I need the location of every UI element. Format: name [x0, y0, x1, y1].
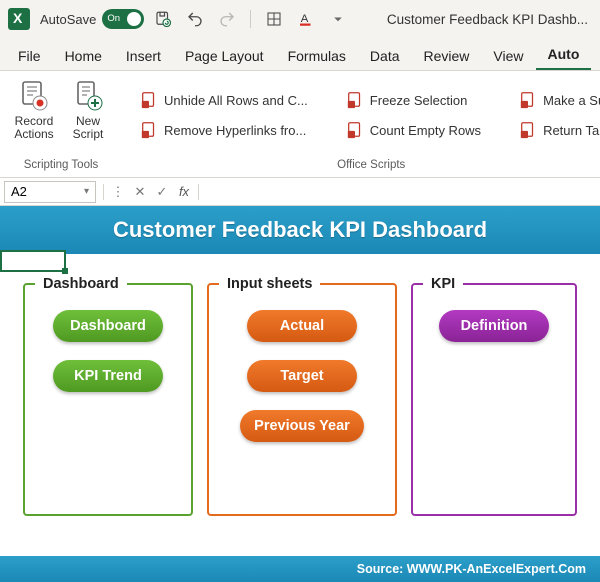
record-actions-button[interactable]: Record Actions [8, 75, 60, 157]
tab-formulas[interactable]: Formulas [276, 42, 358, 70]
tab-view[interactable]: View [481, 42, 535, 70]
formula-accept-icon[interactable]: ✓ [151, 181, 173, 203]
new-script-button[interactable]: New Script [62, 75, 114, 157]
font-color-icon[interactable]: A [293, 6, 319, 32]
tab-home[interactable]: Home [53, 42, 114, 70]
tab-insert[interactable]: Insert [114, 42, 173, 70]
ribbon-tabs: File Home Insert Page Layout Formulas Da… [0, 38, 600, 70]
script-unhide-rows[interactable]: Unhide All Rows and C... [140, 87, 308, 113]
script-freeze-selection[interactable]: Freeze Selection [346, 87, 481, 113]
script-icon [346, 91, 364, 109]
card-legend: Input sheets [219, 276, 320, 292]
borders-icon[interactable] [261, 6, 287, 32]
group-scripting-tools: Record Actions New Script Scripting Tool… [0, 71, 122, 177]
ribbon-body: Record Actions New Script Scripting Tool… [0, 70, 600, 178]
new-script-icon [71, 79, 105, 113]
formula-cancel-icon[interactable]: ✕ [129, 181, 151, 203]
script-return-table[interactable]: Return Tab [519, 117, 600, 143]
fx-icon[interactable]: fx [173, 181, 195, 203]
script-icon [140, 121, 158, 139]
worksheet-area[interactable]: Customer Feedback KPI Dashboard Dashboar… [0, 206, 600, 582]
script-icon [519, 121, 537, 139]
tab-automate[interactable]: Auto [536, 40, 592, 70]
script-make-summary[interactable]: Make a Su [519, 87, 600, 113]
redo-icon[interactable] [214, 6, 240, 32]
group-label-office-scripts: Office Scripts [130, 157, 600, 175]
autosave-label: AutoSave [40, 12, 96, 27]
chevron-down-icon[interactable]: ▾ [84, 186, 89, 197]
group-label-scripting: Scripting Tools [8, 157, 114, 175]
qat-divider [250, 10, 251, 28]
tab-file[interactable]: File [6, 42, 53, 70]
document-title[interactable]: Customer Feedback KPI Dashb... [387, 12, 592, 27]
btn-definition[interactable]: Definition [439, 310, 549, 342]
script-icon [140, 91, 158, 109]
qat-more-icon[interactable] [325, 6, 351, 32]
tab-review[interactable]: Review [412, 42, 482, 70]
card-legend: KPI [423, 276, 463, 292]
title-bar: AutoSave On A Customer Feedback KPI Dash… [0, 0, 600, 38]
dashboard-title: Customer Feedback KPI Dashboard [0, 206, 600, 254]
dashboard-content: Customer Feedback KPI Dashboard Dashboar… [0, 206, 600, 582]
card-kpi: KPI Definition [411, 276, 577, 516]
save-sync-icon[interactable] [150, 6, 176, 32]
formula-more-icon[interactable]: ⋮ [107, 181, 129, 203]
selected-cell[interactable] [0, 250, 66, 272]
card-legend: Dashboard [35, 276, 127, 292]
tab-page-layout[interactable]: Page Layout [173, 42, 276, 70]
btn-target[interactable]: Target [247, 360, 357, 392]
btn-actual[interactable]: Actual [247, 310, 357, 342]
btn-previous-year[interactable]: Previous Year [240, 410, 364, 442]
card-dashboard: Dashboard Dashboard KPI Trend [23, 276, 193, 516]
formula-bar: A2 ▾ ⋮ ✕ ✓ fx [0, 178, 600, 206]
svg-text:A: A [301, 13, 309, 25]
card-input-sheets: Input sheets Actual Target Previous Year [207, 276, 397, 516]
group-office-scripts: Unhide All Rows and C... Remove Hyperlin… [122, 71, 600, 177]
script-icon [346, 121, 364, 139]
script-count-empty-rows[interactable]: Count Empty Rows [346, 117, 481, 143]
btn-dashboard[interactable]: Dashboard [53, 310, 163, 342]
script-icon [519, 91, 537, 109]
formula-input[interactable] [202, 181, 600, 203]
tab-data[interactable]: Data [358, 42, 412, 70]
btn-kpi-trend[interactable]: KPI Trend [53, 360, 163, 392]
autosave-toggle[interactable]: On [102, 9, 144, 29]
name-box[interactable]: A2 ▾ [4, 181, 96, 203]
dashboard-footer: Source: WWW.PK-AnExcelExpert.Com [0, 556, 600, 582]
script-remove-hyperlinks[interactable]: Remove Hyperlinks fro... [140, 117, 308, 143]
excel-icon [8, 8, 30, 30]
record-icon [17, 79, 51, 113]
undo-icon[interactable] [182, 6, 208, 32]
toggle-knob [127, 12, 141, 26]
